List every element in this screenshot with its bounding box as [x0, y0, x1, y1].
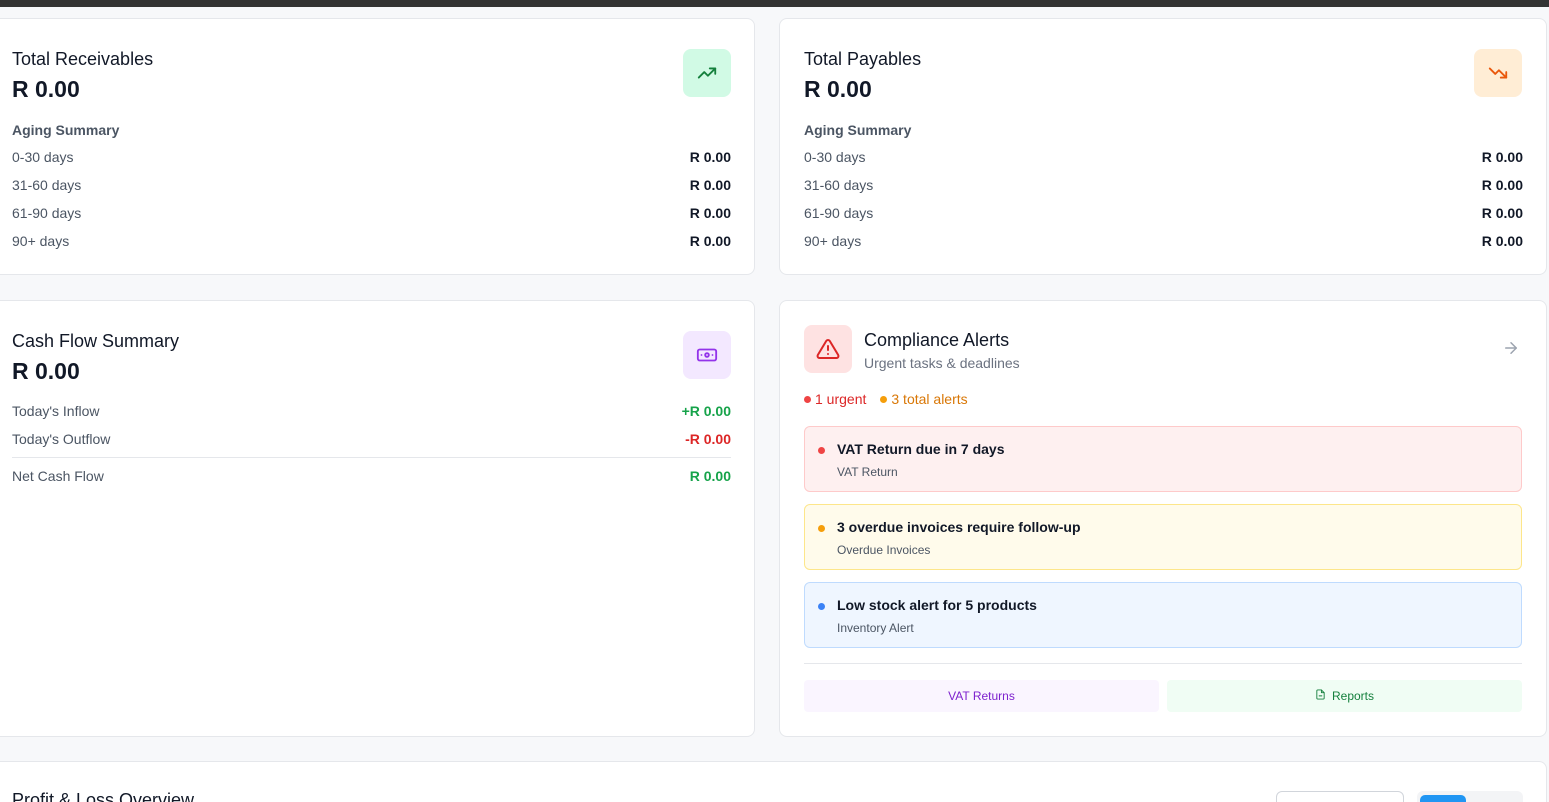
aging-row: 90+ days R 0.00 [804, 231, 1523, 251]
alert-category: VAT Return [837, 465, 898, 479]
alert-counts: 1 urgent 3 total alerts [804, 391, 968, 407]
aging-row-label: 31-60 days [12, 177, 82, 193]
vat-returns-label: VAT Returns [948, 689, 1015, 703]
inflow-value: +R 0.00 [681, 403, 731, 419]
blue-dot-icon [818, 603, 825, 610]
compliance-subtitle: Urgent tasks & deadlines [864, 355, 1020, 371]
total-alerts-label: 3 total alerts [891, 391, 968, 407]
aging-summary-label: Aging Summary [804, 122, 912, 138]
period-select[interactable] [1276, 791, 1404, 802]
aging-row-label: 90+ days [804, 233, 862, 249]
cashflow-amount: R 0.00 [12, 358, 80, 384]
total-alerts-count: 3 total alerts [880, 391, 968, 407]
aging-row: 0-30 days R 0.00 [804, 147, 1523, 167]
amber-dot-icon [818, 525, 825, 532]
profit-loss-card: Profit & Loss Overview [0, 761, 1547, 802]
arrow-right-icon[interactable] [1502, 339, 1520, 362]
red-dot-icon [818, 447, 825, 454]
aging-row-value: R 0.00 [1481, 233, 1523, 249]
top-bar [0, 0, 1549, 7]
net-cashflow-row: Net Cash Flow R 0.00 [12, 466, 731, 486]
red-dot-icon [804, 395, 811, 403]
inflow-label: Today's Inflow [12, 403, 100, 419]
compliance-card: Compliance Alerts Urgent tasks & deadlin… [779, 300, 1547, 737]
aging-row-label: 0-30 days [12, 149, 74, 165]
receivables-amount: R 0.00 [12, 76, 80, 102]
aging-row-value: R 0.00 [689, 177, 731, 193]
aging-summary-label: Aging Summary [12, 122, 120, 138]
aging-row-value: R 0.00 [689, 205, 731, 221]
aging-row-label: 31-60 days [804, 177, 874, 193]
aging-row: 61-90 days R 0.00 [804, 203, 1523, 223]
divider [12, 457, 731, 458]
urgent-count: 1 urgent [804, 391, 866, 407]
trending-down-icon [1474, 49, 1522, 97]
urgent-count-label: 1 urgent [815, 391, 867, 407]
net-cashflow-label: Net Cash Flow [12, 468, 104, 484]
alert-title: 3 overdue invoices require follow-up [837, 519, 1081, 535]
outflow-row: Today's Outflow -R 0.00 [12, 429, 731, 449]
aging-row-value: R 0.00 [689, 149, 731, 165]
profit-loss-title: Profit & Loss Overview [12, 790, 195, 802]
aging-row-value: R 0.00 [1481, 205, 1523, 221]
aging-row-value: R 0.00 [1481, 177, 1523, 193]
payables-card: Total Payables R 0.00 Aging Summary 0-30… [779, 18, 1547, 275]
aging-row: 31-60 days R 0.00 [12, 175, 731, 195]
aging-row: 0-30 days R 0.00 [12, 147, 731, 167]
amber-dot-icon [880, 395, 888, 403]
alert-item-vat-return[interactable]: VAT Return due in 7 days VAT Return [804, 426, 1522, 492]
cashflow-title: Cash Flow Summary [12, 331, 180, 351]
aging-row: 90+ days R 0.00 [12, 231, 731, 251]
receivables-card: Total Receivables R 0.00 Aging Summary 0… [0, 18, 755, 275]
aging-row-label: 0-30 days [804, 149, 866, 165]
payables-amount: R 0.00 [804, 76, 872, 102]
aging-row: 31-60 days R 0.00 [804, 175, 1523, 195]
aging-row-label: 61-90 days [12, 205, 82, 221]
compliance-title: Compliance Alerts [864, 330, 1010, 350]
aging-row-value: R 0.00 [689, 233, 731, 249]
alert-title: VAT Return due in 7 days [837, 441, 1005, 457]
vat-returns-button[interactable]: VAT Returns [804, 680, 1159, 712]
outflow-value: -R 0.00 [685, 431, 731, 447]
payables-title: Total Payables [804, 49, 922, 69]
aging-row-label: 61-90 days [804, 205, 874, 221]
banknote-icon [683, 331, 731, 379]
receivables-title: Total Receivables [12, 49, 154, 69]
reports-label: Reports [1331, 689, 1375, 703]
alert-item-overdue-invoices[interactable]: 3 overdue invoices require follow-up Ove… [804, 504, 1522, 570]
aging-row-value: R 0.00 [1481, 149, 1523, 165]
alert-item-inventory[interactable]: Low stock alert for 5 products Inventory… [804, 582, 1522, 648]
alert-category: Overdue Invoices [837, 543, 931, 557]
alert-category: Inventory Alert [837, 621, 914, 635]
view-toggle-active[interactable] [1420, 795, 1466, 802]
aging-row: 61-90 days R 0.00 [12, 203, 731, 223]
file-text-icon [1315, 689, 1326, 703]
alert-title: Low stock alert for 5 products [837, 597, 1037, 613]
divider [804, 663, 1522, 664]
alert-triangle-icon [804, 325, 852, 373]
inflow-row: Today's Inflow +R 0.00 [12, 401, 731, 421]
cashflow-card: Cash Flow Summary R 0.00 Today's Inflow … [0, 300, 755, 737]
reports-button[interactable]: Reports [1167, 680, 1522, 712]
trending-up-icon [683, 49, 731, 97]
outflow-label: Today's Outflow [12, 431, 111, 447]
aging-row-label: 90+ days [12, 233, 70, 249]
net-cashflow-value: R 0.00 [689, 468, 731, 484]
view-toggle[interactable] [1417, 791, 1523, 802]
